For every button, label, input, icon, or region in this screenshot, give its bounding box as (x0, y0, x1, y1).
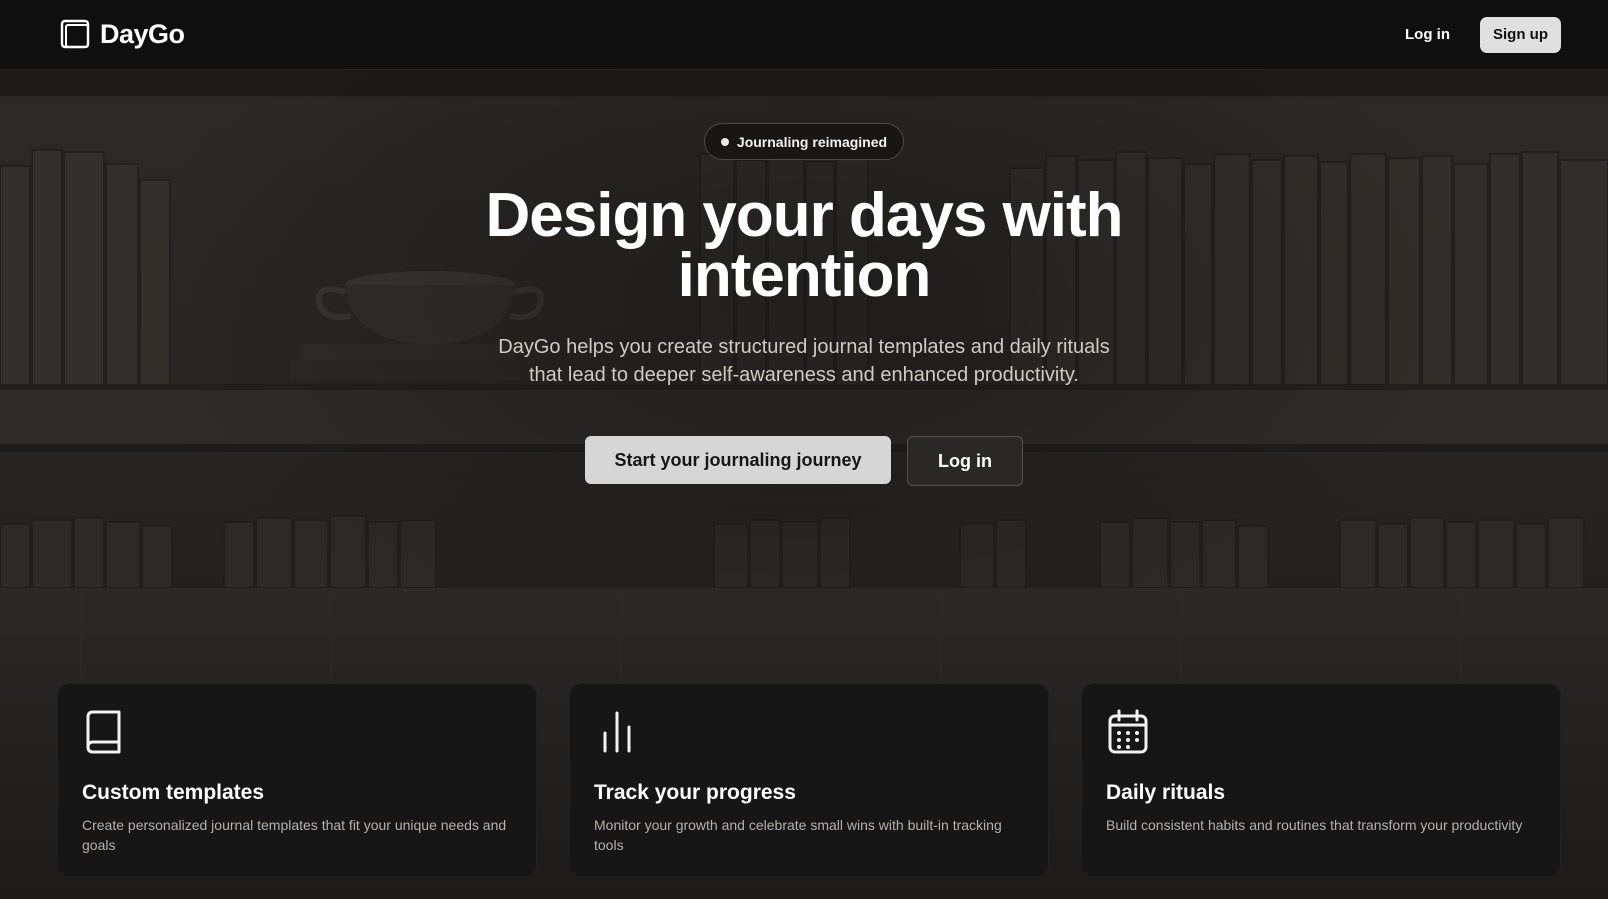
logo-icon (60, 19, 90, 48)
features-section: Custom templates Create personalized jou… (0, 588, 1608, 899)
header-signup-button[interactable]: Sign up (1480, 16, 1561, 53)
feature-card-track-progress: Track your progress Monitor your growth … (569, 683, 1049, 877)
feature-title: Daily rituals (1106, 781, 1226, 804)
feature-title: Track your progress (594, 781, 796, 804)
hero-subtitle: DayGo helps you create structured journa… (474, 333, 1134, 389)
hero-login-button[interactable]: Log in (907, 436, 1023, 486)
calendar-icon (1108, 709, 1148, 754)
hero-badge: Journaling reimagined (703, 123, 905, 160)
hero-section: Journaling reimagined Design your days w… (0, 70, 1608, 588)
hero-subtitle-line1: DayGo helps you create structured journa… (498, 336, 1110, 358)
hero-title-line2: intention (677, 241, 932, 310)
book-icon (86, 710, 121, 754)
hero-content: Journaling reimagined Design your days w… (0, 70, 1608, 588)
badge-dot-icon (720, 137, 729, 146)
bar-chart-icon (603, 711, 631, 753)
feature-description: Create personalized journal templates th… (82, 817, 507, 853)
feature-card-custom-templates: Custom templates Create personalized jou… (57, 683, 537, 877)
start-journaling-button[interactable]: Start your journaling journey (585, 436, 891, 484)
hero-title-line1: Design your days with (485, 181, 1123, 250)
feature-card-daily-rituals: Daily rituals Build consistent habits an… (1081, 683, 1561, 877)
feature-title: Custom templates (82, 781, 265, 804)
brand-logo[interactable]: DayGo (60, 19, 185, 51)
hero-title: Design your days with intention (444, 185, 1164, 307)
brand-name: DayGo (100, 19, 185, 49)
feature-description: Build consistent habits and routines tha… (1106, 817, 1523, 833)
feature-cards: Custom templates Create personalized jou… (57, 683, 1561, 877)
header-actions: Log in Sign up (1405, 16, 1561, 53)
hero-subtitle-line2: that lead to deeper self-awareness and e… (529, 364, 1079, 386)
hero-actions: Start your journaling journey Log in (585, 436, 1023, 486)
top-navbar: DayGo Log in Sign up (0, 0, 1608, 70)
header-login-link[interactable]: Log in (1405, 26, 1450, 43)
feature-description: Monitor your growth and celebrate small … (594, 817, 1002, 853)
hero-badge-label: Journaling reimagined (736, 133, 888, 150)
